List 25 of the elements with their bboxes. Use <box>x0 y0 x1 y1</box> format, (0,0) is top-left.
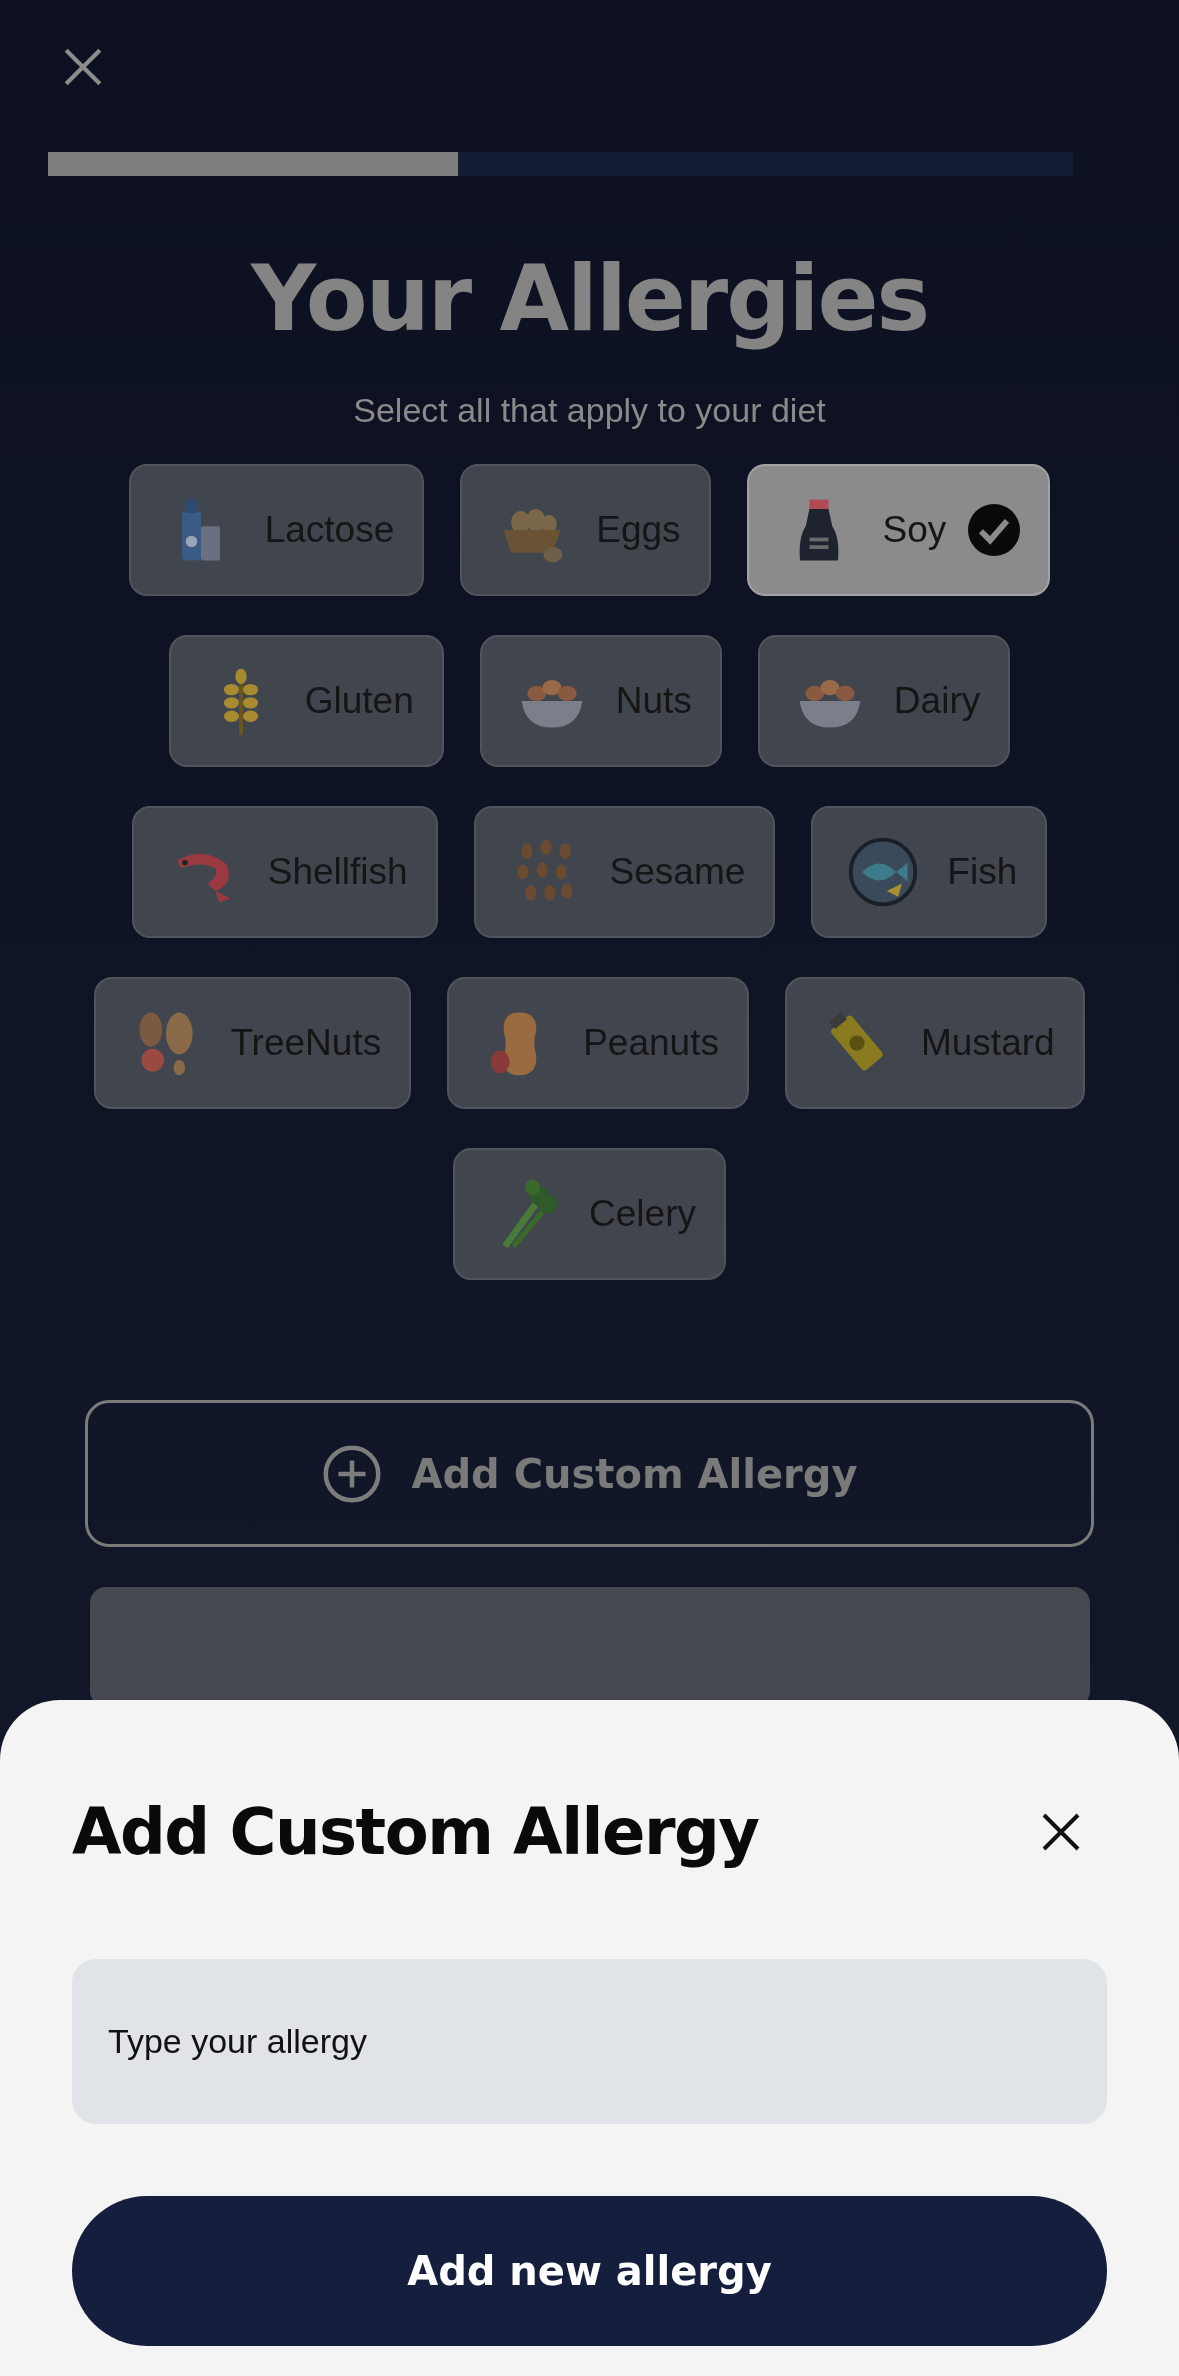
allergy-chip[interactable]: Soy <box>746 464 1051 596</box>
allergy-chip[interactable]: Fish <box>811 806 1048 938</box>
allergy-chip[interactable]: Sesame <box>473 806 776 938</box>
close-icon <box>1041 1812 1081 1852</box>
allergy-chip[interactable]: Gluten <box>168 635 444 767</box>
checkmark-icon <box>968 504 1021 556</box>
close-button[interactable] <box>62 46 104 88</box>
add-custom-allergy-button[interactable]: Add Custom Allergy <box>85 1400 1094 1547</box>
allergy-chip[interactable]: Dairy <box>757 635 1011 767</box>
page-subtitle: Select all that apply to your diet <box>353 391 826 430</box>
allergy-chip[interactable]: Celery <box>453 1148 726 1280</box>
allergy-chip[interactable]: Mustard <box>784 977 1085 1109</box>
sheet-title: Add Custom Allergy <box>72 1795 759 1869</box>
allergy-chip[interactable]: TreeNuts <box>94 977 412 1109</box>
close-button[interactable] <box>1041 1812 1081 1852</box>
allergy-chip[interactable]: Nuts <box>479 635 722 767</box>
allergy-input-field[interactable]: Type your allergy <box>72 1959 1107 2124</box>
allergy-chip[interactable]: Lactose <box>128 464 425 596</box>
allergy-chip[interactable]: Eggs <box>460 464 711 596</box>
allergy-chip[interactable]: Shellfish <box>131 806 438 938</box>
plus-circle-icon <box>321 1443 382 1504</box>
allergy-chip[interactable]: Peanuts <box>447 977 749 1109</box>
page-title: Your Allergies <box>250 246 929 351</box>
close-icon <box>62 46 104 88</box>
add-new-allergy-button[interactable]: Add new allergy <box>72 2196 1107 2346</box>
